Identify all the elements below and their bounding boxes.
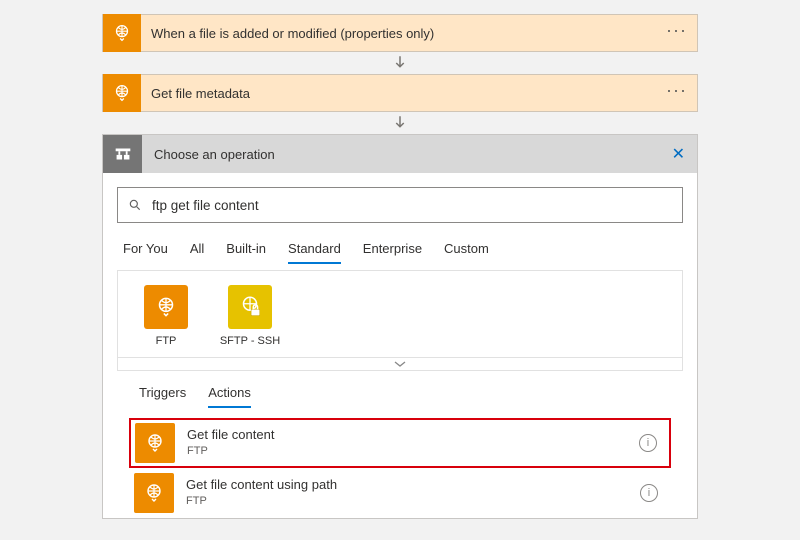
panel-title: Choose an operation xyxy=(142,147,660,162)
close-icon[interactable]: ✕ xyxy=(660,144,697,164)
tab-actions[interactable]: Actions xyxy=(208,381,251,408)
action-get-file-content-using-path[interactable]: Get file content using path FTP i xyxy=(129,468,671,518)
action-get-file-content[interactable]: Get file content FTP i xyxy=(129,418,671,468)
choose-operation-panel: Choose an operation ✕ ftp get file conte… xyxy=(102,134,698,519)
tab-triggers[interactable]: Triggers xyxy=(139,381,186,408)
search-input[interactable]: ftp get file content xyxy=(117,187,683,223)
ftp-icon xyxy=(103,74,141,112)
sftp-icon xyxy=(228,285,272,329)
category-tabs: For You All Built-in Standard Enterprise… xyxy=(117,223,683,264)
step-card-action[interactable]: Get file metadata ··· xyxy=(102,74,698,112)
ftp-icon xyxy=(144,285,188,329)
arrow-down-icon xyxy=(391,112,409,134)
connector-label: FTP xyxy=(156,335,177,347)
action-list: Get file content FTP i Get file content … xyxy=(117,408,683,518)
step-title: Get file metadata xyxy=(141,86,656,101)
tab-built-in[interactable]: Built-in xyxy=(226,237,266,264)
trigger-action-tabs: Triggers Actions xyxy=(117,371,683,408)
action-title: Get file content xyxy=(187,427,639,444)
search-icon xyxy=(128,198,142,212)
tab-for-you[interactable]: For You xyxy=(123,237,168,264)
action-text: Get file content using path FTP xyxy=(174,477,640,508)
operation-icon xyxy=(103,135,142,173)
tab-custom[interactable]: Custom xyxy=(444,237,489,264)
step-title: When a file is added or modified (proper… xyxy=(141,26,656,41)
ftp-icon xyxy=(103,14,141,52)
tab-enterprise[interactable]: Enterprise xyxy=(363,237,422,264)
step-card-trigger[interactable]: When a file is added or modified (proper… xyxy=(102,14,698,52)
info-icon[interactable]: i xyxy=(640,484,658,502)
search-value: ftp get file content xyxy=(152,198,259,213)
connector-ftp[interactable]: FTP xyxy=(138,285,194,347)
tab-standard[interactable]: Standard xyxy=(288,237,341,264)
more-icon[interactable]: ··· xyxy=(656,23,697,43)
connector-sftp[interactable]: SFTP - SSH xyxy=(222,285,278,347)
action-title: Get file content using path xyxy=(186,477,640,494)
action-text: Get file content FTP xyxy=(175,427,639,458)
ftp-icon xyxy=(135,423,175,463)
connector-label: SFTP - SSH xyxy=(220,335,280,347)
info-icon[interactable]: i xyxy=(639,434,657,452)
action-subtitle: FTP xyxy=(186,494,640,508)
tab-all[interactable]: All xyxy=(190,237,204,264)
ftp-icon xyxy=(134,473,174,513)
expand-connectors[interactable] xyxy=(117,357,683,371)
action-subtitle: FTP xyxy=(187,444,639,458)
more-icon[interactable]: ··· xyxy=(656,83,697,103)
arrow-down-icon xyxy=(391,52,409,74)
panel-header: Choose an operation ✕ xyxy=(103,135,697,173)
connector-grid: FTP SFTP - SSH xyxy=(117,270,683,357)
